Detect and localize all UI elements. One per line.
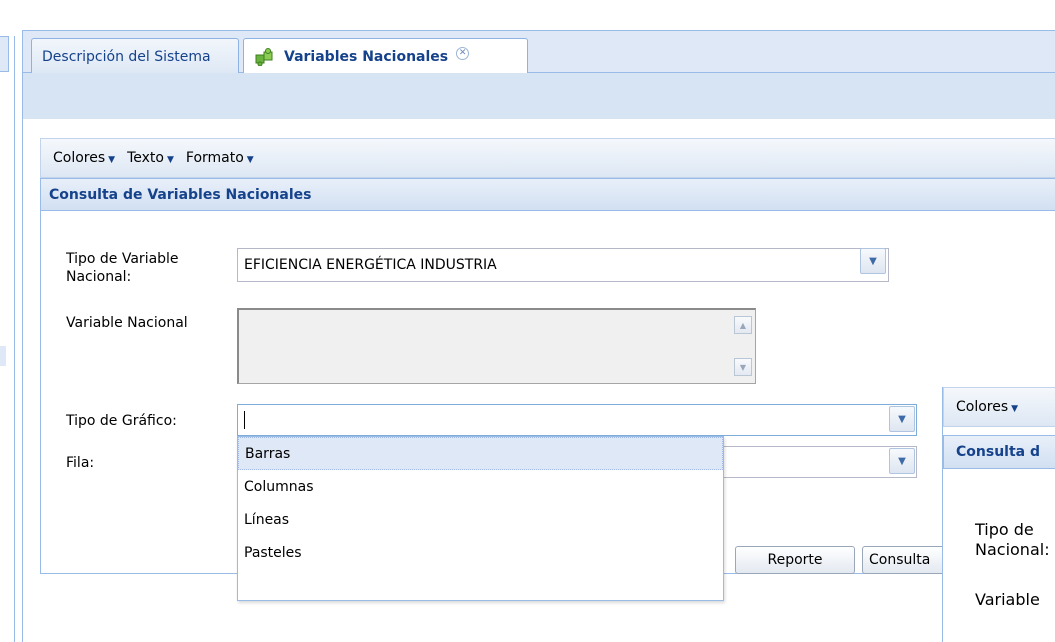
tipo-grafico-trigger[interactable]: ▼ (889, 406, 915, 432)
puzzle-icon (254, 48, 276, 67)
tipo-variable-label: Tipo de Variable Nacional: (66, 251, 179, 285)
west-panel-header (0, 36, 9, 72)
chevron-down-icon: ▼ (898, 413, 906, 425)
tipo-grafico-label: Tipo de Gráfico: (66, 413, 177, 429)
second-tipo-label: Tipo de (975, 520, 1034, 539)
west-panel-splitter[interactable] (0, 346, 6, 366)
variable-nacional-textarea[interactable] (237, 308, 756, 384)
chevron-down-icon: ▼ (108, 155, 116, 165)
chevron-down-icon: ▼ (166, 155, 174, 165)
list-item[interactable]: Barras (238, 437, 723, 470)
west-panel-edge (0, 36, 15, 642)
second-window: Colores ▼ Consulta d Tipo de Nacional: Va… (942, 387, 1055, 642)
variable-nacional-label: Variable Nacional (66, 315, 188, 331)
list-item[interactable]: Columnas (238, 470, 723, 503)
second-panel-title: Consulta d (943, 435, 1055, 469)
fila-label: Fila: (66, 455, 95, 471)
text-cursor (244, 411, 245, 429)
chevron-down-icon: ▼ (246, 155, 254, 165)
tab-toolbar (22, 73, 1055, 119)
chevron-down-icon: ▼ (1011, 404, 1019, 414)
tipo-grafico-dropdown: Barras Columnas Líneas Pasteles (237, 436, 724, 601)
menu-formato[interactable]: Formato ▼ (186, 150, 254, 166)
tab-strip: Descripción del Sistema Variables Nacion… (22, 30, 1055, 75)
menu-colores[interactable]: Colores ▼ (956, 399, 1018, 415)
tipo-variable-value: EFICIENCIA ENERGÉTICA INDUSTRIA (244, 257, 497, 273)
menu-colores[interactable]: Colores ▼ (53, 150, 115, 166)
list-item[interactable]: Pasteles (238, 536, 723, 569)
second-menubar: Colores ▼ (943, 387, 1055, 427)
scroll-down-icon[interactable]: ▼ (734, 358, 752, 376)
fila-trigger[interactable]: ▼ (889, 448, 915, 474)
second-variable-label: Variable (975, 590, 1040, 609)
panel-title: Consulta de Variables Nacionales (41, 179, 1055, 211)
fila-combo[interactable] (723, 446, 917, 478)
chevron-down-icon: ▼ (869, 255, 877, 267)
tipo-variable-trigger[interactable]: ▼ (860, 248, 886, 274)
reporte-button[interactable]: Reporte (735, 546, 855, 574)
top-strip (0, 0, 1055, 30)
list-item[interactable]: Líneas (238, 503, 723, 536)
tipo-variable-combo[interactable]: EFICIENCIA ENERGÉTICA INDUSTRIA (237, 248, 889, 282)
tab-variables-nacionales[interactable]: Variables Nacionales ✕ (243, 38, 528, 75)
menu-texto[interactable]: Texto ▼ (127, 150, 174, 166)
chevron-down-icon: ▼ (898, 455, 906, 467)
format-menubar: Colores ▼ Texto ▼ Formato ▼ (40, 138, 1055, 178)
tipo-grafico-combo[interactable] (237, 404, 917, 436)
close-icon[interactable]: ✕ (456, 46, 470, 60)
consulta-button[interactable]: Consulta (862, 546, 952, 574)
tab-label: Descripción del Sistema (42, 48, 211, 65)
tab-descripcion-sistema[interactable]: Descripción del Sistema (31, 38, 239, 74)
tab-label: Variables Nacionales (284, 49, 449, 65)
second-nacional-label: Nacional: (975, 540, 1050, 559)
scroll-up-icon[interactable]: ▲ (734, 316, 752, 334)
